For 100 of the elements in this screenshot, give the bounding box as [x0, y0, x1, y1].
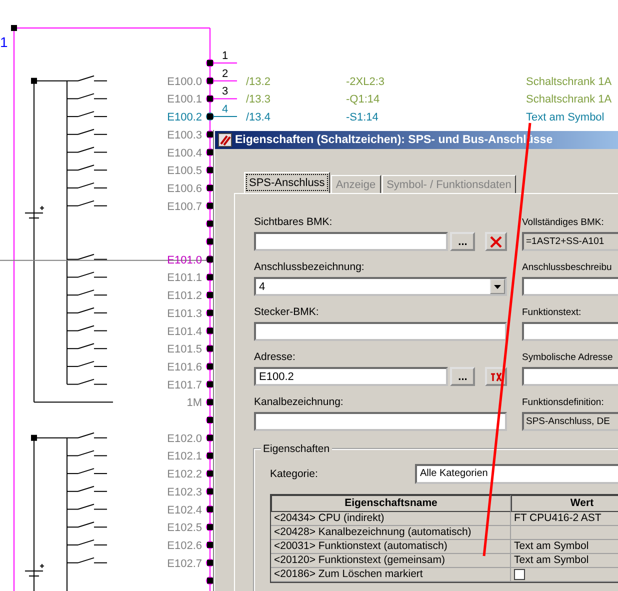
terminal-address: E100.7	[167, 200, 202, 213]
dropdown-field[interactable]: 4	[254, 277, 507, 296]
terminal-pin-icon[interactable]	[206, 238, 214, 246]
terminal-address: E102.2	[167, 468, 202, 481]
field-label: Funktionsdefinition:	[522, 396, 605, 409]
terminal-pin-icon[interactable]	[206, 59, 214, 67]
terminal-address: E101.1	[167, 272, 202, 284]
terminal-address: E100.4	[167, 147, 202, 160]
terminal-address: E102.3	[167, 486, 202, 498]
device-reference: -S1:14	[346, 112, 378, 124]
terminal-pin-icon[interactable]	[206, 505, 214, 514]
function-text: Text am Symbol	[526, 112, 604, 124]
column-header[interactable]: Eigenschaftsname	[271, 495, 511, 512]
terminal-pin-icon[interactable]	[206, 273, 214, 282]
terminal-pin-icon[interactable]	[206, 470, 214, 478]
field-label: Vollständiges BMK:	[522, 216, 605, 229]
device-reference: -2XL2:3	[346, 76, 385, 88]
sheet-number: 1	[0, 34, 8, 50]
terminal-address: E100.1	[167, 94, 202, 106]
terminal-pin-icon[interactable]	[206, 291, 214, 300]
terminal-pin-icon[interactable]	[206, 94, 214, 103]
field-label: Anschlussbezeichnung:	[254, 261, 366, 274]
browse-button[interactable]: ...	[450, 232, 476, 251]
terminal-pin-icon[interactable]	[206, 452, 214, 460]
table-cell: Text am Symbol	[511, 554, 618, 568]
dropdown-arrow-icon	[494, 284, 501, 288]
page-reference: /13.2	[246, 76, 270, 88]
terminal-pin-icon[interactable]	[206, 202, 214, 210]
terminal-pin-icon[interactable]	[206, 416, 214, 424]
field-label: Symbolische Adresse	[522, 351, 614, 364]
field-label: Kategorie:	[270, 468, 319, 480]
terminal-pin-icon[interactable]	[206, 76, 214, 85]
page-reference: /13.3	[246, 94, 270, 106]
terminal-address: E100.6	[167, 182, 202, 195]
table-cell: <20186> Zum Löschen markiert	[271, 568, 511, 582]
terminal-address: E101.2	[167, 290, 202, 302]
terminal-address: E101.4	[167, 326, 202, 338]
terminal-pin-icon[interactable]	[206, 487, 214, 496]
terminal-pin-icon[interactable]	[206, 148, 214, 156]
input-field[interactable]	[254, 412, 507, 431]
terminal-address: E102.0	[167, 432, 202, 445]
terminal-address: E101.3	[167, 308, 202, 320]
terminal-pin-icon[interactable]	[206, 523, 214, 532]
page-reference: /13.4	[246, 112, 270, 124]
terminal-address: E101.5	[167, 344, 202, 356]
device-reference: -Q1:14	[346, 94, 380, 106]
function-text: Schaltschrank 1A	[526, 94, 612, 106]
pin-number: 1	[222, 50, 228, 62]
terminal-pin-icon[interactable]	[206, 326, 214, 335]
table-cell: <20428> Kanalbezeichnung (automatisch)	[271, 526, 511, 540]
field-label: Adresse:	[254, 351, 296, 364]
app-icon	[218, 133, 232, 147]
terminal-pin-icon[interactable]	[206, 166, 214, 174]
terminal-pin-icon[interactable]	[206, 362, 214, 370]
function-text: Schaltschrank 1A	[526, 76, 612, 88]
column-header[interactable]: Wert	[511, 495, 618, 512]
terminal-address: E100.5	[167, 165, 202, 178]
input-field[interactable]	[254, 322, 507, 341]
terminal-pin-icon[interactable]	[206, 380, 214, 388]
tab[interactable]: SPS-Anschluss	[244, 172, 330, 193]
field-label: Anschlussbeschreibu	[522, 261, 613, 274]
terminal-pin-icon[interactable]	[206, 398, 214, 406]
table-cell: FT CPU416-2 AST	[511, 512, 618, 526]
terminal-pin-icon[interactable]	[206, 112, 214, 121]
terminal-address: E100.2	[167, 112, 202, 124]
table-cell: <20031> Funktionstext (automatisch)	[271, 540, 511, 554]
symbol-icon	[490, 372, 502, 382]
browse-button[interactable]: ...	[450, 367, 476, 386]
terminal-pin-icon[interactable]	[206, 220, 214, 228]
terminal-pin-icon[interactable]	[206, 540, 214, 549]
terminal-pin-icon[interactable]	[206, 130, 214, 138]
terminal-address: 1M	[186, 397, 202, 410]
pin-number: 3	[222, 86, 228, 98]
field-label: Stecker-BMK:	[254, 306, 320, 319]
terminal-pin-icon[interactable]	[206, 576, 214, 585]
terminal-address: E100.3	[167, 129, 202, 142]
terminal-pin-icon[interactable]	[206, 344, 214, 353]
input-field[interactable]	[254, 232, 448, 251]
terminal-address: E100.0	[167, 76, 202, 88]
terminal-pin-icon[interactable]	[206, 558, 214, 567]
terminal-address: E102.5	[167, 522, 202, 534]
checkbox[interactable]	[514, 569, 525, 580]
table-cell: <20120> Funktionstext (gemeinsam)	[271, 554, 511, 568]
category-dropdown[interactable]: Alle Kategorien	[415, 464, 618, 484]
terminal-address: E101.6	[167, 361, 202, 374]
terminal-address: E102.1	[167, 450, 202, 463]
terminal-address: E102.4	[167, 504, 202, 516]
input-field[interactable]: E100.2	[254, 367, 448, 386]
field-label: Kanalbezeichnung:	[254, 396, 344, 409]
terminal-address: E101.7	[167, 379, 202, 392]
pin-number: 2	[222, 68, 228, 80]
delete-button[interactable]	[485, 232, 507, 251]
terminal-pin-icon[interactable]	[206, 255, 214, 264]
terminal-pin-icon[interactable]	[206, 308, 214, 317]
field-label: Sichtbares BMK:	[254, 216, 334, 229]
terminal-address: E102.6	[167, 540, 202, 552]
pin-number: 4	[222, 104, 228, 116]
terminal-pin-icon[interactable]	[206, 184, 214, 192]
terminal-pin-icon[interactable]	[206, 434, 214, 442]
field-label: Funktionstext:	[522, 306, 582, 319]
